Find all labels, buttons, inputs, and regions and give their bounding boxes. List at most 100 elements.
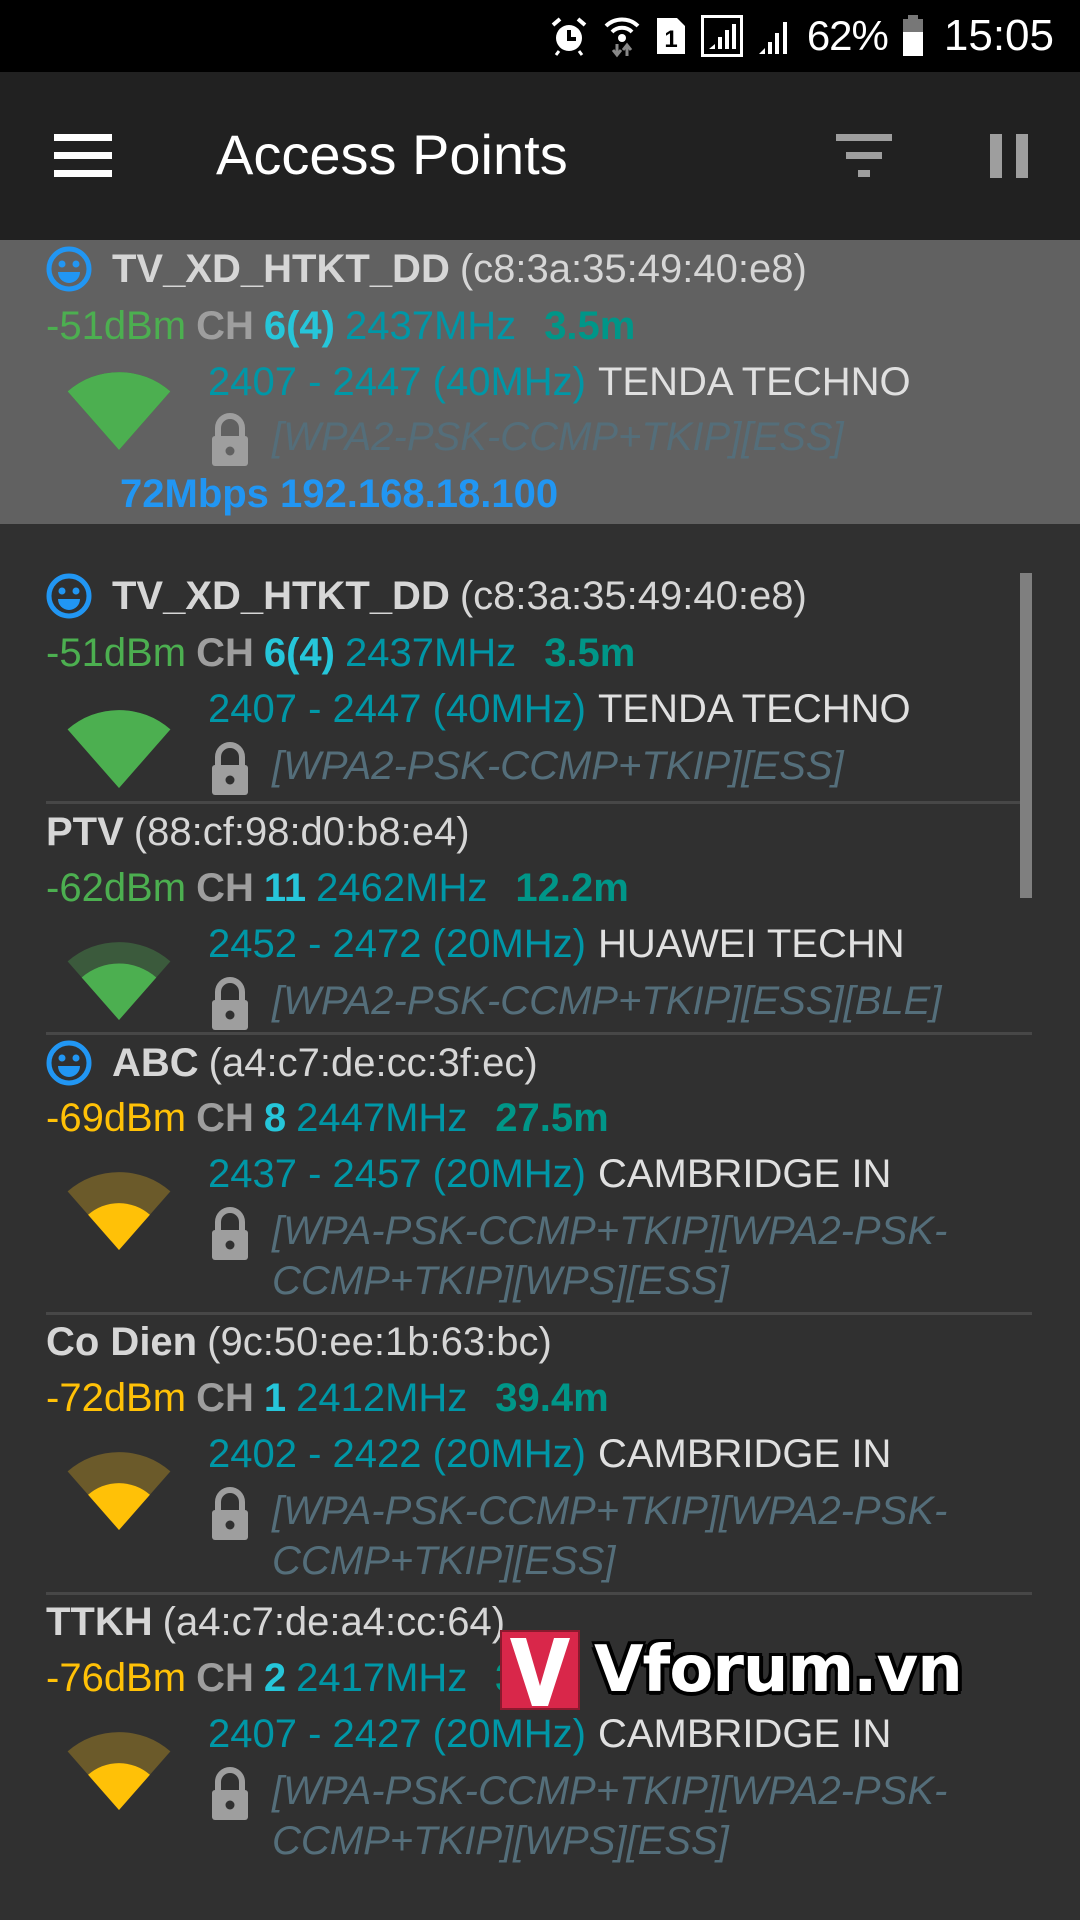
channel: 2	[263, 1656, 287, 1700]
divider	[46, 1032, 1032, 1035]
ssid: TV_XD_HTKT_DD	[112, 573, 450, 618]
lock-icon	[212, 413, 248, 466]
vendor: HUAWEI TECHN	[597, 922, 905, 966]
signal-dbm: -76dBm	[46, 1656, 187, 1700]
lock-icon	[212, 1487, 248, 1540]
capabilities: [WPA2-PSK-CCMP+TKIP][ESS]	[272, 415, 844, 459]
wifi-signal-icon	[67, 710, 171, 788]
capabilities: [WPA-PSK-CCMP+TKIP][WPA2-PSK-CCMP+TKIP][…	[272, 1769, 948, 1863]
vendor: CAMBRIDGE IN	[597, 1152, 892, 1196]
divider	[46, 1592, 1032, 1595]
channel-range: 2452 - 2472 (20MHz)	[208, 922, 586, 966]
wifi-signal-icon	[67, 942, 171, 1020]
signal-dbm: -51dBm	[46, 304, 187, 348]
page-title: Access Points	[216, 123, 568, 186]
signal-dbm: -62dBm	[46, 866, 187, 910]
capabilities: [WPA-PSK-CCMP+TKIP][WPA2-PSK-CCMP+TKIP][…	[272, 1209, 948, 1303]
menu-icon	[54, 134, 112, 141]
watermark: Vforum.vn	[500, 1630, 963, 1710]
scrollbar[interactable]	[1020, 573, 1032, 898]
status-bar: 1 62% 15:05	[0, 0, 1080, 72]
bssid: (88:cf:98:d0:b8:e4)	[133, 810, 470, 854]
signal-sim2-icon	[757, 16, 793, 56]
frequency: 2437MHz	[344, 631, 517, 675]
lock-icon	[212, 1207, 248, 1260]
channel-range: 2407 - 2427 (20MHz)	[208, 1712, 586, 1756]
connected-access-point[interactable]: TV_XD_HTKT_DD (c8:3a:35:49:40:e8) -51dBm…	[0, 240, 1080, 524]
watermark-logo-icon	[500, 1630, 580, 1710]
bssid: (c8:3a:35:49:40:e8)	[459, 573, 807, 618]
battery-percent: 62%	[806, 12, 889, 59]
channel-label: CH	[196, 304, 254, 348]
ssid: TTKH	[46, 1600, 153, 1644]
sim1-icon: 1	[655, 16, 687, 56]
wifi-signal-icon	[67, 1732, 171, 1810]
link-speed-ip: 72Mbps 192.168.18.100	[120, 472, 559, 516]
signal-dbm: -72dBm	[46, 1376, 187, 1420]
vendor: CAMBRIDGE IN	[597, 1712, 892, 1756]
channel-label: CH	[196, 1656, 254, 1700]
channel: 6(4)	[263, 631, 335, 675]
pause-icon	[990, 134, 1002, 178]
wifi-signal-icon	[67, 1452, 171, 1530]
saved-network-icon	[46, 246, 92, 292]
frequency: 2417MHz	[296, 1656, 468, 1700]
clock: 15:05	[943, 11, 1054, 60]
signal-wedge-level	[67, 372, 171, 450]
divider	[46, 1312, 1032, 1315]
distance: 39.4m	[495, 1376, 609, 1420]
watermark-text: Vforum.vn	[594, 1633, 963, 1707]
distance: 12.2m	[515, 866, 629, 910]
distance: 27.5m	[495, 1096, 609, 1140]
pause-button[interactable]	[990, 134, 1028, 178]
channel-label: CH	[196, 631, 254, 675]
ssid: Co Dien	[46, 1320, 198, 1364]
channel-range: 2437 - 2457 (20MHz)	[208, 1152, 586, 1196]
capabilities: [WPA2-PSK-CCMP+TKIP][ESS][BLE]	[272, 979, 942, 1023]
svg-text:1: 1	[664, 26, 677, 53]
bssid: (a4:c7:de:a4:cc:64)	[162, 1600, 506, 1644]
vendor: TENDA TECHNO	[597, 687, 911, 731]
wifi-data-icon	[603, 14, 641, 58]
signal-dbm: -51dBm	[46, 631, 187, 675]
signal-wedge-level	[67, 710, 171, 788]
frequency: 2462MHz	[316, 866, 488, 910]
vendor: CAMBRIDGE IN	[597, 1432, 892, 1476]
vendor: TENDA TECHNO	[597, 360, 911, 404]
channel: 8	[263, 1096, 287, 1140]
channel: 6(4)	[263, 304, 335, 348]
lock-icon	[212, 977, 248, 1030]
ssid: ABC	[112, 1040, 199, 1085]
alarm-icon	[549, 16, 589, 56]
signal-sim1-icon	[700, 15, 743, 57]
wifi-signal-icon	[67, 1172, 171, 1250]
distance: 3.5m	[544, 631, 636, 675]
wifi-signal-icon	[67, 372, 171, 450]
bssid: (9c:50:ee:1b:63:bc)	[207, 1320, 552, 1364]
distance: 3.5m	[544, 304, 636, 348]
filter-button[interactable]	[836, 134, 892, 180]
ssid: PTV	[46, 810, 124, 854]
frequency: 2412MHz	[296, 1376, 468, 1420]
frequency: 2437MHz	[344, 304, 517, 348]
divider	[46, 801, 1032, 804]
signal-dbm: -69dBm	[46, 1096, 187, 1140]
battery-icon	[902, 15, 924, 57]
menu-button[interactable]	[54, 134, 112, 178]
channel-label: CH	[196, 1376, 254, 1420]
frequency: 2447MHz	[296, 1096, 468, 1140]
ssid: TV_XD_HTKT_DD	[112, 246, 450, 291]
filter-icon	[836, 134, 892, 141]
capabilities: [WPA-PSK-CCMP+TKIP][WPA2-PSK-CCMP+TKIP][…	[272, 1489, 948, 1583]
channel: 1	[263, 1376, 287, 1420]
channel-range: 2407 - 2447 (40MHz)	[208, 687, 586, 731]
signal-wedge-level	[88, 1763, 150, 1810]
channel-label: CH	[196, 1096, 254, 1140]
capabilities: [WPA2-PSK-CCMP+TKIP][ESS]	[272, 744, 844, 788]
lock-icon	[212, 742, 248, 795]
channel: 11	[263, 866, 307, 910]
channel-range: 2407 - 2447 (40MHz)	[208, 360, 586, 404]
lock-icon	[212, 1767, 248, 1820]
signal-wedge-level	[88, 1483, 150, 1530]
channel-range: 2402 - 2422 (20MHz)	[208, 1432, 586, 1476]
